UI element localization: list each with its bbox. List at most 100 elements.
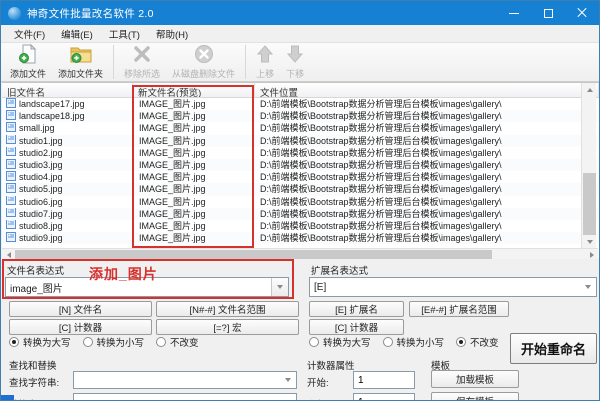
menu-edit[interactable]: 编辑(E) (54, 25, 100, 43)
file-row[interactable]: studio9.jpg IMAGE_图片.jpg D:\前端模板\Bootstr… (2, 232, 599, 244)
image-file-icon (6, 122, 16, 134)
delete-from-disk-button[interactable]: 从磁盘删除文件 (166, 43, 241, 81)
scroll-up-arrow[interactable] (582, 83, 597, 96)
new-file-name: IMAGE_图片.jpg (139, 196, 206, 207)
ext-expression-combo[interactable]: [E] (309, 277, 597, 297)
radio-lowercase[interactable]: 转换为小写 (82, 335, 144, 349)
file-row[interactable]: studio8.jpg IMAGE_图片.jpg D:\前端模板\Bootstr… (2, 219, 599, 232)
menu-help[interactable]: 帮助(H) (149, 25, 195, 43)
add-folder-button[interactable]: 添加文件夹 (52, 43, 109, 81)
chevron-down-icon[interactable] (271, 278, 288, 296)
image-file-icon (6, 98, 16, 110)
column-header-location[interactable]: 文件位置 (255, 83, 599, 97)
file-location: D:\前端模板\Bootstrap数据分析管理后台模板\images\galle… (260, 172, 502, 183)
radio-ext-uppercase[interactable]: 转换为大写 (309, 335, 371, 349)
old-file-name: studio1.jpg (19, 135, 63, 146)
new-file-name: IMAGE_图片.jpg (139, 159, 206, 170)
insert-filename-button[interactable]: [N] 文件名 (9, 301, 152, 317)
counter-step-input[interactable] (353, 393, 415, 400)
old-file-name: studio5.jpg (19, 184, 63, 195)
load-template-button[interactable]: 加载模板 (431, 370, 519, 388)
close-icon (577, 8, 587, 18)
image-file-icon (6, 134, 16, 147)
file-row[interactable]: studio7.jpg IMAGE_图片.jpg D:\前端模板\Bootstr… (2, 207, 599, 220)
image-file-icon (6, 110, 16, 122)
file-row[interactable]: studio5.jpg IMAGE_图片.jpg D:\前端模板\Bootstr… (2, 183, 599, 196)
find-replace-group-title: 查找和替换 (9, 361, 57, 372)
file-list-header: 旧文件名 新文件名(预览) 文件位置 (2, 83, 599, 98)
move-down-button[interactable]: 下移 (280, 43, 310, 81)
insert-filename-range-button[interactable]: [N#-#] 文件名范围 (156, 301, 299, 317)
new-file-name: IMAGE_图片.jpg (139, 208, 206, 219)
insert-extension-button[interactable]: [E] 扩展名 (309, 301, 404, 317)
insert-extension-range-button[interactable]: [E#-#] 扩展名范围 (409, 301, 509, 317)
file-row[interactable]: studio4.jpg IMAGE_图片.jpg D:\前端模板\Bootstr… (2, 171, 599, 183)
insert-ext-counter-button[interactable]: [C] 计数器 (309, 319, 404, 335)
old-file-name: studio8.jpg (19, 220, 63, 231)
file-row[interactable]: studio2.jpg IMAGE_图片.jpg D:\前端模板\Bootstr… (2, 146, 599, 159)
new-file-name: IMAGE_图片.jpg (139, 111, 206, 122)
radio-icon (82, 337, 93, 347)
horizontal-scroll-thumb[interactable] (15, 250, 492, 259)
insert-macro-button[interactable]: [=?] 宏 (156, 319, 299, 335)
file-row[interactable]: studio1.jpg IMAGE_图片.jpg D:\前端模板\Bootstr… (2, 134, 599, 147)
column-header-old-name[interactable]: 旧文件名 (2, 83, 133, 97)
counter-start-input[interactable] (353, 371, 415, 389)
move-up-label: 上移 (256, 69, 275, 79)
file-row[interactable]: studio3.jpg IMAGE_图片.jpg D:\前端模板\Bootstr… (2, 158, 599, 172)
chevron-down-icon[interactable] (579, 278, 596, 296)
file-location: D:\前端模板\Bootstrap数据分析管理后台模板\images\galle… (260, 159, 502, 170)
vertical-scroll-thumb[interactable] (583, 173, 596, 235)
minimize-button[interactable] (497, 1, 531, 25)
scroll-left-arrow[interactable] (2, 249, 15, 260)
file-location: D:\前端模板\Bootstrap数据分析管理后台模板\images\galle… (260, 111, 502, 122)
image-file-icon (6, 207, 16, 220)
scroll-right-arrow[interactable] (585, 249, 598, 260)
radio-icon (309, 337, 319, 347)
file-row[interactable]: landscape17.jpg IMAGE_图片.jpg D:\前端模板\Boo… (2, 98, 599, 110)
add-file-button[interactable]: 添加文件 (4, 43, 52, 81)
file-location: D:\前端模板\Bootstrap数据分析管理后台模板\images\galle… (260, 220, 502, 231)
file-row[interactable]: studio6.jpg IMAGE_图片.jpg D:\前端模板\Bootstr… (2, 195, 599, 208)
toolbar: 添加文件 添加文件夹 移除所选 从磁盘删除文件 上移 下移 (1, 42, 599, 82)
remove-selected-label: 移除所选 (124, 69, 161, 79)
chevron-down-icon[interactable] (279, 394, 296, 400)
image-file-icon (6, 232, 16, 244)
start-rename-button[interactable]: 开始重命名 (510, 333, 597, 364)
file-row[interactable]: landscape18.jpg IMAGE_图片.jpg D:\前端模板\Boo… (2, 110, 599, 123)
radio-ext-nochange[interactable]: 不改变 (456, 335, 499, 349)
radio-ext-lowercase[interactable]: 转换为小写 (382, 335, 444, 349)
annotation-label: 添加_图片 (89, 266, 158, 282)
menubar: 文件(F) 编辑(E) 工具(T) 帮助(H) (1, 25, 599, 42)
radio-nochange[interactable]: 不改变 (156, 335, 199, 349)
file-location: D:\前端模板\Bootstrap数据分析管理后台模板\images\galle… (260, 135, 502, 146)
vertical-scrollbar[interactable] (581, 83, 596, 248)
menu-tools[interactable]: 工具(T) (102, 25, 147, 43)
old-file-name: landscape17.jpg (19, 99, 85, 110)
column-header-new-name[interactable]: 新文件名(预览) (133, 83, 255, 97)
name-case-options: 转换为大写 转换为小写 不改变 (9, 335, 199, 349)
add-folder-icon (70, 44, 92, 66)
close-button[interactable] (565, 1, 599, 25)
menu-file[interactable]: 文件(F) (7, 25, 52, 43)
counter-group-title: 计数器属性 (307, 361, 355, 372)
find-string-label: 查找字符串: (9, 378, 60, 389)
file-location: D:\前端模板\Bootstrap数据分析管理后台模板\images\galle… (260, 147, 502, 158)
remove-selected-button[interactable]: 移除所选 (118, 43, 166, 81)
find-string-combo[interactable] (73, 371, 297, 389)
replace-with-combo[interactable] (73, 393, 297, 400)
new-file-name: IMAGE_图片.jpg (139, 220, 206, 231)
image-file-icon (6, 158, 16, 171)
insert-counter-button[interactable]: [C] 计数器 (9, 319, 152, 335)
chevron-down-icon[interactable] (279, 372, 296, 388)
file-list-body: landscape17.jpg IMAGE_图片.jpg D:\前端模板\Boo… (2, 98, 599, 244)
file-location: D:\前端模板\Bootstrap数据分析管理后台模板\images\galle… (260, 233, 502, 244)
maximize-button[interactable] (531, 1, 565, 25)
move-up-button[interactable]: 上移 (250, 43, 280, 81)
radio-uppercase[interactable]: 转换为大写 (9, 335, 71, 349)
old-file-name: small.jpg (19, 123, 55, 134)
file-row[interactable]: small.jpg IMAGE_图片.jpg D:\前端模板\Bootstrap… (2, 122, 599, 134)
horizontal-scrollbar[interactable] (2, 248, 598, 259)
scroll-down-arrow[interactable] (582, 235, 597, 248)
save-template-button[interactable]: 保存模板 (431, 392, 519, 400)
